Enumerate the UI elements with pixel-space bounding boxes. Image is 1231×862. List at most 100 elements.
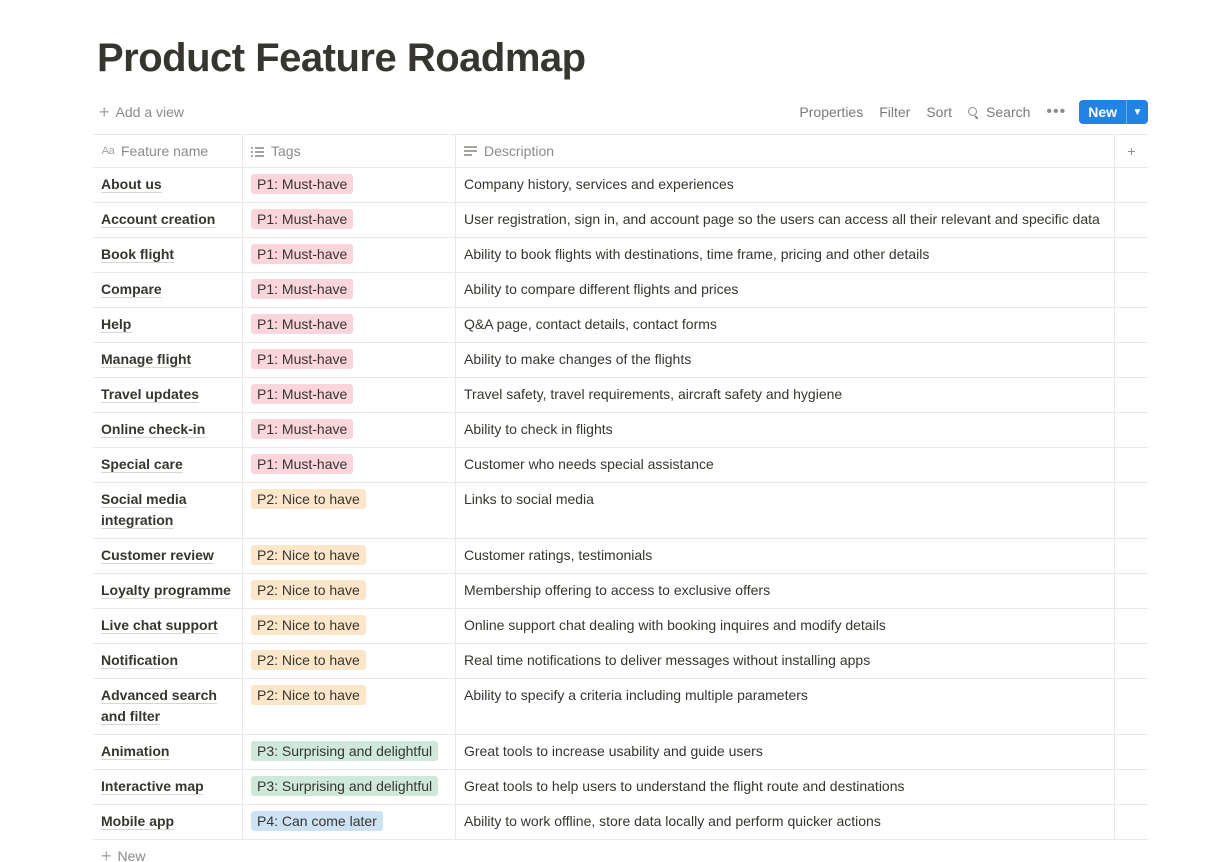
column-header-description[interactable]: Description (456, 135, 1115, 167)
feature-name[interactable]: Book flight (101, 246, 174, 262)
add-property-icon[interactable]: + (1115, 135, 1148, 167)
empty-cell[interactable] (1115, 735, 1148, 769)
feature-name-cell[interactable]: Manage flight (93, 343, 243, 377)
tags-cell[interactable]: P1: Must-have (243, 203, 456, 237)
feature-name-cell[interactable]: About us (93, 168, 243, 202)
empty-cell[interactable] (1115, 609, 1148, 643)
tags-cell[interactable]: P3: Surprising and delightful (243, 735, 456, 769)
description-cell[interactable]: Customer who needs special assistance (456, 448, 1115, 482)
table-row[interactable]: Compare P1: Must-have Ability to compare d… (93, 273, 1148, 308)
tags-cell[interactable]: P2: Nice to have (243, 679, 456, 734)
feature-name-cell[interactable]: Social media integration (93, 483, 243, 538)
tags-cell[interactable]: P1: Must-have (243, 378, 456, 412)
table-row[interactable]: Animation P3: Surprising and delightful Gr… (93, 735, 1148, 770)
feature-name-cell[interactable]: Mobile app (93, 805, 243, 839)
column-header-feature-name[interactable]: Aa Feature name (93, 135, 243, 167)
table-row[interactable]: Mobile app P4: Can come later Ability to w… (93, 805, 1148, 840)
tags-cell[interactable]: P1: Must-have (243, 273, 456, 307)
empty-cell[interactable] (1115, 203, 1148, 237)
tags-cell[interactable]: P1: Must-have (243, 413, 456, 447)
tags-cell[interactable]: P3: Surprising and delightful (243, 770, 456, 804)
empty-cell[interactable] (1115, 238, 1148, 272)
filter-button[interactable]: Filter (879, 104, 910, 120)
tags-cell[interactable]: P1: Must-have (243, 448, 456, 482)
feature-name[interactable]: Live chat support (101, 617, 218, 633)
feature-name[interactable]: Mobile app (101, 813, 174, 829)
feature-name-cell[interactable]: Travel updates (93, 378, 243, 412)
feature-name-cell[interactable]: Loyalty programme (93, 574, 243, 608)
feature-name[interactable]: Online check-in (101, 421, 205, 437)
tags-cell[interactable]: P2: Nice to have (243, 574, 456, 608)
feature-name[interactable]: Compare (101, 281, 162, 297)
feature-name-cell[interactable]: Advanced search and filter (93, 679, 243, 734)
feature-name-cell[interactable]: Account creation (93, 203, 243, 237)
feature-name[interactable]: Travel updates (101, 386, 199, 402)
feature-name-cell[interactable]: Interactive map (93, 770, 243, 804)
description-cell[interactable]: Ability to compare different flights and… (456, 273, 1115, 307)
feature-name[interactable]: Account creation (101, 211, 215, 227)
table-row[interactable]: Live chat support P2: Nice to have Online … (93, 609, 1148, 644)
feature-name[interactable]: Loyalty programme (101, 582, 231, 598)
table-row[interactable]: Social media integration P2: Nice to have… (93, 483, 1148, 539)
tags-cell[interactable]: P1: Must-have (243, 168, 456, 202)
description-cell[interactable]: Real time notifications to deliver messa… (456, 644, 1115, 678)
feature-name-cell[interactable]: Compare (93, 273, 243, 307)
empty-cell[interactable] (1115, 273, 1148, 307)
search-button[interactable]: Search (968, 104, 1030, 120)
tags-cell[interactable]: P4: Can come later (243, 805, 456, 839)
add-view-button[interactable]: + Add a view (99, 98, 184, 126)
feature-name[interactable]: Customer review (101, 547, 214, 563)
description-cell[interactable]: Ability to check in flights (456, 413, 1115, 447)
empty-cell[interactable] (1115, 308, 1148, 342)
feature-name[interactable]: Animation (101, 743, 169, 759)
tags-cell[interactable]: P2: Nice to have (243, 539, 456, 573)
feature-name-cell[interactable]: Live chat support (93, 609, 243, 643)
table-row[interactable]: Manage flight P1: Must-have Ability to mak… (93, 343, 1148, 378)
description-cell[interactable]: Travel safety, travel requirements, airc… (456, 378, 1115, 412)
empty-cell[interactable] (1115, 770, 1148, 804)
feature-name[interactable]: Social media integration (101, 491, 187, 528)
description-cell[interactable]: Ability to book flights with destination… (456, 238, 1115, 272)
tags-cell[interactable]: P2: Nice to have (243, 609, 456, 643)
description-cell[interactable]: Online support chat dealing with booking… (456, 609, 1115, 643)
table-row[interactable]: Loyalty programme P2: Nice to have Members… (93, 574, 1148, 609)
tags-cell[interactable]: P1: Must-have (243, 343, 456, 377)
properties-button[interactable]: Properties (799, 104, 863, 120)
table-row[interactable]: Help P1: Must-have Q&A page, contact detai… (93, 308, 1148, 343)
description-cell[interactable]: Membership offering to access to exclusi… (456, 574, 1115, 608)
chevron-down-icon[interactable]: ▼ (1126, 100, 1148, 124)
empty-cell[interactable] (1115, 483, 1148, 538)
feature-name[interactable]: Special care (101, 456, 183, 472)
description-cell[interactable]: Ability to make changes of the flights (456, 343, 1115, 377)
feature-name[interactable]: Notification (101, 652, 178, 668)
description-cell[interactable]: User registration, sign in, and account … (456, 203, 1115, 237)
tags-cell[interactable]: P1: Must-have (243, 308, 456, 342)
feature-name-cell[interactable]: Animation (93, 735, 243, 769)
new-button[interactable]: New (1079, 100, 1126, 124)
empty-cell[interactable] (1115, 343, 1148, 377)
tags-cell[interactable]: P2: Nice to have (243, 644, 456, 678)
table-row[interactable]: About us P1: Must-have Company history, se… (93, 168, 1148, 203)
empty-cell[interactable] (1115, 448, 1148, 482)
table-row[interactable]: Advanced search and filter P2: Nice to ha… (93, 679, 1148, 735)
feature-name-cell[interactable]: Book flight (93, 238, 243, 272)
empty-cell[interactable] (1115, 378, 1148, 412)
description-cell[interactable]: Customer ratings, testimonials (456, 539, 1115, 573)
column-header-tags[interactable]: Tags (243, 135, 456, 167)
table-row[interactable]: Travel updates P1: Must-have Travel safety… (93, 378, 1148, 413)
tags-cell[interactable]: P1: Must-have (243, 238, 456, 272)
description-cell[interactable]: Great tools to help users to understand … (456, 770, 1115, 804)
sort-button[interactable]: Sort (926, 104, 952, 120)
tags-cell[interactable]: P2: Nice to have (243, 483, 456, 538)
feature-name[interactable]: Manage flight (101, 351, 191, 367)
table-row[interactable]: Notification P2: Nice to have Real time no… (93, 644, 1148, 679)
feature-name-cell[interactable]: Online check-in (93, 413, 243, 447)
description-cell[interactable]: Ability to work offline, store data loca… (456, 805, 1115, 839)
description-cell[interactable]: Links to social media (456, 483, 1115, 538)
feature-name-cell[interactable]: Notification (93, 644, 243, 678)
empty-cell[interactable] (1115, 574, 1148, 608)
feature-name[interactable]: Help (101, 316, 131, 332)
feature-name-cell[interactable]: Help (93, 308, 243, 342)
table-row[interactable]: Interactive map P3: Surprising and deligh… (93, 770, 1148, 805)
table-row[interactable]: Customer review P2: Nice to have Customer … (93, 539, 1148, 574)
